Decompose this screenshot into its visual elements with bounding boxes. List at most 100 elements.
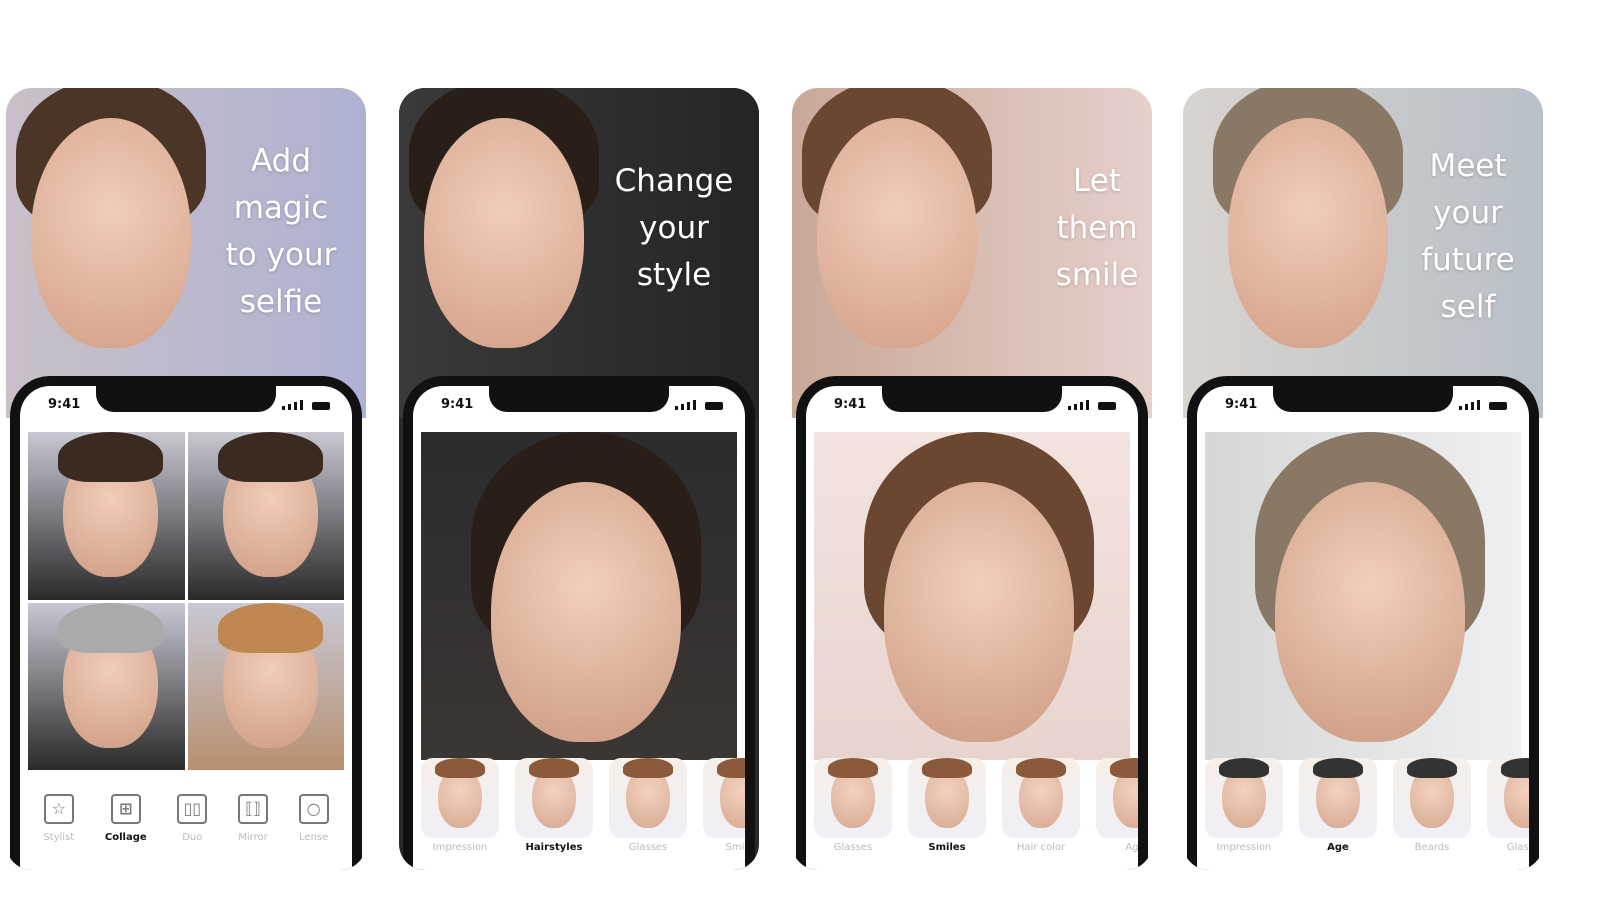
status-time: 9:41 — [441, 397, 474, 412]
tool-mirror[interactable]: ⟦⟧ Mirror — [237, 793, 268, 843]
tool-lense[interactable]: ○ Lense — [298, 793, 329, 843]
edited-photo — [1205, 432, 1521, 760]
filter-hair-color[interactable]: Hair color — [1002, 758, 1080, 870]
filter-label: Hairstyles — [525, 842, 583, 853]
notch — [882, 386, 1062, 412]
phone-frame: 9:41 ☆ Stylist ⊞ Collage ▯▯ Duo ⟦⟧ Mirror ○ Lense — [10, 376, 362, 870]
filter-label: Impression — [1216, 842, 1272, 853]
filter-glasses[interactable]: Glasses — [1487, 758, 1529, 870]
status-time: 9:41 — [48, 397, 81, 412]
filter-thumbnail — [1299, 758, 1377, 838]
phone-frame: 9:41 Impression Hairstyles Glasses Smiles — [403, 376, 755, 870]
tagline-line: Let — [1073, 163, 1121, 199]
filter-strip: Glasses Smiles Hair color Age — [814, 750, 1138, 870]
notch — [489, 386, 669, 412]
phone-frame: 9:41 Impression Age Beards Glasses — [1187, 376, 1539, 870]
filter-hairstyles[interactable]: Hairstyles — [515, 758, 593, 870]
signal-icon — [282, 400, 330, 410]
collage-photo[interactable] — [28, 602, 185, 770]
tagline-line: them — [1056, 210, 1138, 246]
edited-photo — [814, 432, 1130, 760]
filter-thumbnail — [814, 758, 892, 838]
tagline-line: smile — [1055, 257, 1139, 293]
tool-label: Collage — [104, 831, 147, 843]
filter-label: Smiles — [725, 842, 745, 853]
face — [817, 118, 977, 348]
filter-smiles[interactable]: Smiles — [908, 758, 986, 870]
mode-toolbar: ☆ Stylist ⊞ Collage ▯▯ Duo ⟦⟧ Mirror ○ Lense — [20, 766, 352, 870]
tool-stylist[interactable]: ☆ Stylist — [43, 793, 75, 843]
tool-label: Duo — [182, 831, 203, 843]
filter-label: Glasses — [833, 842, 873, 853]
tagline-line: your — [1433, 195, 1503, 231]
filter-thumbnail — [1205, 758, 1283, 838]
collage-photo[interactable] — [28, 432, 185, 600]
tagline-line: your — [639, 210, 709, 246]
collage-photo[interactable] — [187, 602, 344, 770]
split-icon: ▯▯ — [177, 793, 208, 824]
filter-label: Hair color — [1016, 842, 1066, 853]
filter-impression[interactable]: Impression — [1205, 758, 1283, 870]
filter-thumbnail — [609, 758, 687, 838]
tagline-line: magic — [233, 190, 329, 226]
tool-collage[interactable]: ⊞ Collage — [104, 793, 147, 843]
signal-icon — [675, 400, 723, 410]
tool-label: Mirror — [238, 831, 268, 843]
tool-label: Lense — [299, 831, 329, 843]
filter-thumbnail — [908, 758, 986, 838]
filter-smiles[interactable]: Smiles — [703, 758, 745, 870]
tagline-line: style — [636, 257, 712, 293]
filter-strip: Impression Hairstyles Glasses Smiles — [421, 750, 745, 870]
tagline: Let them smile — [1022, 158, 1152, 299]
face — [31, 118, 191, 348]
filter-thumbnail — [515, 758, 593, 838]
grid-icon: ⊞ — [110, 793, 141, 824]
filter-thumbnail — [1096, 758, 1138, 838]
tool-label: Stylist — [43, 831, 75, 843]
signal-icon — [1459, 400, 1507, 410]
battery-icon — [1489, 402, 1507, 410]
filter-glasses[interactable]: Glasses — [609, 758, 687, 870]
filter-label: Age — [1125, 842, 1138, 853]
phone-screen: 9:41 Impression Hairstyles Glasses Smiles — [413, 386, 745, 870]
promo-panel: Meet your future self 9:41 Impression Age Bea… — [1183, 88, 1543, 870]
phone-screen: 9:41 Impression Age Beards Glasses — [1197, 386, 1529, 870]
filter-impression[interactable]: Impression — [421, 758, 499, 870]
collage-photo[interactable] — [187, 432, 344, 600]
promo-panel: Add magic to your selfie 9:41 ☆ Stylist ⊞ Coll… — [6, 88, 366, 870]
tagline-line: to your — [225, 237, 337, 273]
hero-photo: Change your style — [399, 88, 759, 418]
star-icon: ☆ — [43, 793, 74, 824]
battery-icon — [1098, 402, 1116, 410]
status-time: 9:41 — [1225, 397, 1258, 412]
status-time: 9:41 — [834, 397, 867, 412]
filter-thumbnail — [421, 758, 499, 838]
filter-age[interactable]: Age — [1299, 758, 1377, 870]
filter-label: Age — [1327, 842, 1349, 853]
notch — [1273, 386, 1453, 412]
filter-glasses[interactable]: Glasses — [814, 758, 892, 870]
filter-age[interactable]: Age — [1096, 758, 1138, 870]
filter-label: Glasses — [628, 842, 668, 853]
edited-photo — [421, 432, 737, 760]
phone-screen: 9:41 Glasses Smiles Hair color Age — [806, 386, 1138, 870]
face — [424, 118, 584, 348]
filter-beards[interactable]: Beards — [1393, 758, 1471, 870]
tagline-line: Add — [250, 143, 312, 179]
tagline-line: selfie — [239, 284, 323, 320]
tagline-line: self — [1440, 289, 1496, 325]
promo-panel: Change your style 9:41 Impression Hairstyle… — [399, 88, 759, 870]
tagline: Add magic to your selfie — [206, 138, 356, 326]
signal-icon — [1068, 400, 1116, 410]
hero-photo: Meet your future self — [1183, 88, 1543, 418]
tagline-line: Meet — [1429, 148, 1507, 184]
hero-photo: Add magic to your selfie — [6, 88, 366, 418]
filter-thumbnail — [1002, 758, 1080, 838]
notch — [96, 386, 276, 412]
filter-label: Beards — [1414, 842, 1450, 853]
tagline: Change your style — [599, 158, 749, 299]
filter-label: Smiles — [928, 842, 966, 853]
tool-duo[interactable]: ▯▯ Duo — [177, 793, 208, 843]
mirror-icon: ⟦⟧ — [237, 793, 268, 824]
promo-panel: Let them smile 9:41 Glasses Smiles Hair colo… — [792, 88, 1152, 870]
